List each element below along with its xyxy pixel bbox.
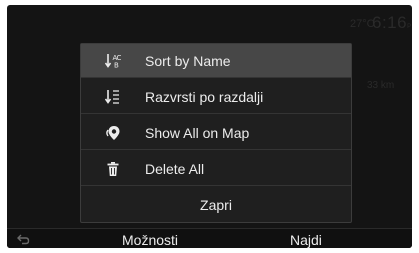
clock-ampm: PM bbox=[407, 24, 412, 30]
map-pin-icon bbox=[105, 125, 121, 141]
navigation-screen: 27°C 6:16PM 33 km A C B Sort by Name bbox=[7, 5, 412, 248]
menu-item-label: Razvrsti po razdalji bbox=[145, 88, 264, 105]
background-distance: 33 km bbox=[367, 80, 395, 91]
options-button[interactable]: Možnosti bbox=[122, 232, 178, 248]
find-button[interactable]: Najdi bbox=[290, 232, 322, 248]
menu-item-delete-all[interactable]: Delete All bbox=[81, 152, 351, 186]
options-menu: A C B Sort by Name Razvrsti po razdalji bbox=[80, 43, 352, 223]
close-button[interactable]: Zapri bbox=[81, 188, 351, 222]
menu-item-show-all-on-map[interactable]: Show All on Map bbox=[81, 116, 351, 150]
svg-text:B: B bbox=[114, 61, 119, 69]
close-button-label: Zapri bbox=[200, 197, 232, 213]
menu-item-sort-by-name[interactable]: A C B Sort by Name bbox=[81, 44, 351, 78]
menu-item-label: Show All on Map bbox=[145, 124, 250, 141]
temperature-readout: 27°C bbox=[350, 18, 375, 30]
bottom-bar: Možnosti Najdi bbox=[7, 228, 412, 248]
sort-distance-icon bbox=[105, 89, 121, 105]
clock-time: 6:16 bbox=[372, 13, 408, 32]
menu-item-label: Delete All bbox=[145, 160, 205, 177]
trash-icon bbox=[105, 161, 121, 177]
sort-alpha-icon: A C B bbox=[105, 53, 121, 69]
clock: 6:16PM bbox=[372, 13, 412, 33]
back-arrow-icon[interactable] bbox=[15, 231, 31, 247]
menu-item-sort-by-distance[interactable]: Razvrsti po razdalji bbox=[81, 80, 351, 114]
menu-item-label: Sort by Name bbox=[145, 52, 231, 69]
